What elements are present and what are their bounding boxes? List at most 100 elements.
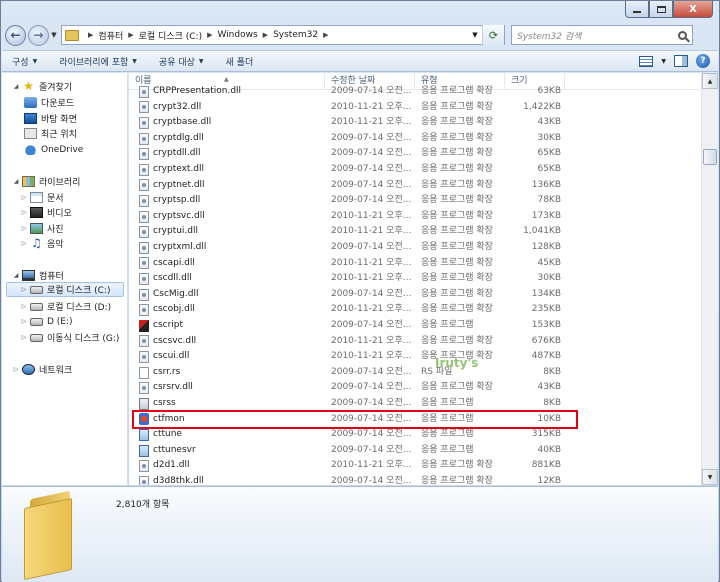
file-row[interactable]: csrsrv.dll 2009-07-14 오전... 응용 프로그램 확장 43KB bbox=[129, 380, 702, 396]
file-row[interactable]: csrss 2009-07-14 오전... 응용 프로그램 8KB bbox=[129, 396, 702, 412]
expand-arrow-icon[interactable]: ▷ bbox=[20, 303, 28, 310]
star-icon: ★ bbox=[23, 79, 34, 93]
vertical-scrollbar[interactable]: ▲ ▼ bbox=[701, 73, 718, 485]
search-input[interactable]: System32 검색 bbox=[511, 25, 693, 45]
folder-icon bbox=[65, 29, 79, 41]
help-icon[interactable]: ? bbox=[696, 54, 710, 68]
file-row[interactable]: cryptbase.dll 2010-11-21 오후... 응용 프로그램 확장 4… bbox=[129, 115, 702, 131]
file-row[interactable]: d2d1.dll 2010-11-21 오후... 응용 프로그램 확장 881KB bbox=[129, 458, 702, 474]
file-row[interactable]: cscdll.dll 2010-11-21 오후... 응용 프로그램 확장 30KB bbox=[129, 271, 702, 287]
scroll-thumb[interactable] bbox=[703, 149, 717, 165]
file-row[interactable]: CscMig.dll 2009-07-14 오전... 응용 프로그램 확장 134K… bbox=[129, 287, 702, 303]
chevron-right-icon[interactable]: ▶ bbox=[323, 31, 328, 39]
nav-music[interactable]: ▷ ♫ 음악 bbox=[20, 236, 64, 251]
chevron-right-icon[interactable]: ▶ bbox=[128, 31, 133, 39]
organize-label: 구성 bbox=[12, 57, 29, 68]
nav-drive-c[interactable]: ▷ 로컬 디스크 (C:) bbox=[6, 282, 124, 297]
nav-onedrive[interactable]: OneDrive bbox=[22, 142, 83, 157]
expand-arrow-icon[interactable]: ◢ bbox=[12, 178, 20, 185]
nav-favorites[interactable]: ◢ ★ 즐겨찾기 bbox=[12, 79, 72, 94]
maximize-button[interactable] bbox=[649, 1, 673, 18]
chevron-right-icon[interactable]: ▶ bbox=[88, 31, 93, 39]
scroll-up-button[interactable]: ▲ bbox=[702, 73, 718, 89]
organize-button[interactable]: 구성 ▼ bbox=[12, 55, 37, 68]
recent-pages-dropdown[interactable]: ▼ bbox=[49, 31, 59, 39]
expand-arrow-icon[interactable]: ▷ bbox=[20, 194, 28, 201]
file-row[interactable]: CRPPresentation.dll 2009-07-14 오전... 응용 프로… bbox=[129, 84, 702, 100]
expand-arrow-icon[interactable]: ▷ bbox=[20, 334, 28, 341]
share-label: 공유 대상 bbox=[158, 57, 195, 68]
file-row[interactable]: d3d8thk.dll 2009-07-14 오전... 응용 프로그램 확장 12K… bbox=[129, 474, 702, 485]
expand-arrow-icon[interactable]: ▷ bbox=[20, 286, 28, 293]
expand-arrow-icon[interactable]: ▷ bbox=[20, 209, 28, 216]
nav-pictures[interactable]: ▷ 사진 bbox=[20, 221, 64, 236]
nav-computer[interactable]: ◢ 컴퓨터 bbox=[12, 268, 64, 283]
caption-buttons: X bbox=[625, 1, 713, 18]
nav-recent-places[interactable]: 최근 위치 bbox=[22, 126, 77, 141]
file-row[interactable]: cscapi.dll 2010-11-21 오후... 응용 프로그램 확장 45KB bbox=[129, 256, 702, 272]
file-row[interactable]: cscui.dll 2010-11-21 오후... 응용 프로그램 확장 487KB bbox=[129, 349, 702, 365]
back-button[interactable]: ← bbox=[5, 24, 26, 46]
new-folder-button[interactable]: 새 폴더 bbox=[226, 55, 254, 68]
file-row[interactable]: cttunesvr 2009-07-14 오전... 응용 프로그램 40KB bbox=[129, 443, 702, 459]
file-list: 이름 ▲ 수정한 날짜 유형 크기 CRPPresentation.dll 2009… bbox=[129, 73, 702, 485]
refresh-button[interactable]: ⟳ bbox=[482, 25, 504, 45]
file-row[interactable]: ctfmon 2009-07-14 오전... 응용 프로그램 10KB bbox=[129, 412, 702, 428]
address-dropdown-button[interactable]: ▼ bbox=[468, 31, 482, 39]
file-row[interactable]: cscobj.dll 2010-11-21 오후... 응용 프로그램 확장 235K… bbox=[129, 302, 702, 318]
removable-drive-icon bbox=[30, 333, 43, 342]
nav-drive-e[interactable]: ▷ D (E:) bbox=[20, 314, 73, 329]
view-options-icon[interactable] bbox=[639, 55, 654, 67]
file-row[interactable]: cryptnet.dll 2009-07-14 오전... 응용 프로그램 확장 13… bbox=[129, 178, 702, 194]
file-row[interactable]: cscript 2009-07-14 오전... 응용 프로그램 153KB bbox=[129, 318, 702, 334]
breadcrumb-drive-c[interactable]: 로컬 디스크 (C:) bbox=[139, 29, 202, 42]
nav-desktop[interactable]: 바탕 화면 bbox=[22, 111, 77, 126]
include-in-library-button[interactable]: 라이브러리에 포함 ▼ bbox=[59, 55, 137, 68]
file-size: 1,041KB bbox=[523, 226, 561, 237]
file-row[interactable]: csrr.rs 2009-07-14 오전... RS 파일 8KB bbox=[129, 365, 702, 381]
chevron-right-icon[interactable]: ▶ bbox=[207, 31, 212, 39]
address-bar[interactable]: ▶ 컴퓨터 ▶ 로컬 디스크 (C:) ▶ Windows ▶ System32… bbox=[61, 25, 505, 45]
nav-downloads[interactable]: 다운로드 bbox=[22, 95, 74, 110]
breadcrumb-system32[interactable]: System32 bbox=[273, 30, 318, 40]
file-row[interactable]: cryptdll.dll 2009-07-14 오전... 응용 프로그램 확장 65… bbox=[129, 146, 702, 162]
breadcrumb-computer[interactable]: 컴퓨터 bbox=[98, 29, 123, 42]
breadcrumb-windows[interactable]: Windows bbox=[217, 30, 257, 40]
chevron-down-icon[interactable]: ▼ bbox=[661, 58, 666, 65]
expand-arrow-icon[interactable]: ▷ bbox=[20, 240, 28, 247]
expand-arrow-icon[interactable]: ▷ bbox=[12, 366, 20, 373]
share-with-button[interactable]: 공유 대상 ▼ bbox=[159, 55, 204, 68]
nav-documents[interactable]: ▷ 문서 bbox=[20, 190, 64, 205]
file-type: 응용 프로그램 확장 bbox=[421, 117, 493, 128]
file-row[interactable]: cttune 2009-07-14 오전... 응용 프로그램 315KB bbox=[129, 427, 702, 443]
preview-pane-icon[interactable] bbox=[674, 55, 688, 67]
file-row[interactable]: cscsvc.dll 2010-11-21 오후... 응용 프로그램 확장 676K… bbox=[129, 334, 702, 350]
forward-button[interactable]: → bbox=[28, 24, 49, 46]
expand-arrow-icon[interactable]: ▷ bbox=[20, 225, 28, 232]
file-row[interactable]: cryptui.dll 2010-11-21 오후... 응용 프로그램 확장 1,0… bbox=[129, 224, 702, 240]
file-row[interactable]: crypt32.dll 2010-11-21 오후... 응용 프로그램 확장 1,4… bbox=[129, 100, 702, 116]
navigation-pane: ◢ ★ 즐겨찾기 다운로드 바탕 화면 최근 위치 OneDrive ◢ 라이브러리 … bbox=[2, 73, 128, 485]
file-name: cryptdll.dll bbox=[153, 148, 201, 159]
file-size: 173KB bbox=[531, 210, 561, 221]
expand-arrow-icon[interactable]: ◢ bbox=[12, 272, 20, 279]
file-row[interactable]: cryptxml.dll 2009-07-14 오전... 응용 프로그램 확장 12… bbox=[129, 240, 702, 256]
file-row[interactable]: cryptdlg.dll 2009-07-14 오전... 응용 프로그램 확장 30… bbox=[129, 131, 702, 147]
file-icon bbox=[139, 319, 149, 332]
expand-arrow-icon[interactable]: ▷ bbox=[20, 318, 28, 325]
expand-arrow-icon[interactable]: ◢ bbox=[12, 83, 20, 90]
nav-drive-d[interactable]: ▷ 로컬 디스크 (D:) bbox=[20, 299, 111, 314]
file-size: 63KB bbox=[537, 86, 561, 96]
close-button[interactable]: X bbox=[673, 1, 713, 18]
nav-network[interactable]: ▷ 네트워크 bbox=[12, 362, 72, 377]
chevron-right-icon[interactable]: ▶ bbox=[263, 31, 268, 39]
nav-libraries[interactable]: ◢ 라이브러리 bbox=[12, 174, 80, 189]
scroll-down-button[interactable]: ▼ bbox=[702, 469, 718, 485]
minimize-button[interactable] bbox=[625, 1, 649, 18]
nav-drive-g[interactable]: ▷ 이동식 디스크 (G:) bbox=[20, 330, 119, 345]
file-name-cell: cryptnet.dll bbox=[139, 178, 205, 194]
file-row[interactable]: cryptsvc.dll 2010-11-21 오후... 응용 프로그램 확장 17… bbox=[129, 209, 702, 225]
file-row[interactable]: cryptsp.dll 2009-07-14 오전... 응용 프로그램 확장 78K… bbox=[129, 193, 702, 209]
file-row[interactable]: cryptext.dll 2009-07-14 오전... 응용 프로그램 확장 65… bbox=[129, 162, 702, 178]
nav-videos[interactable]: ▷ 비디오 bbox=[20, 205, 72, 220]
